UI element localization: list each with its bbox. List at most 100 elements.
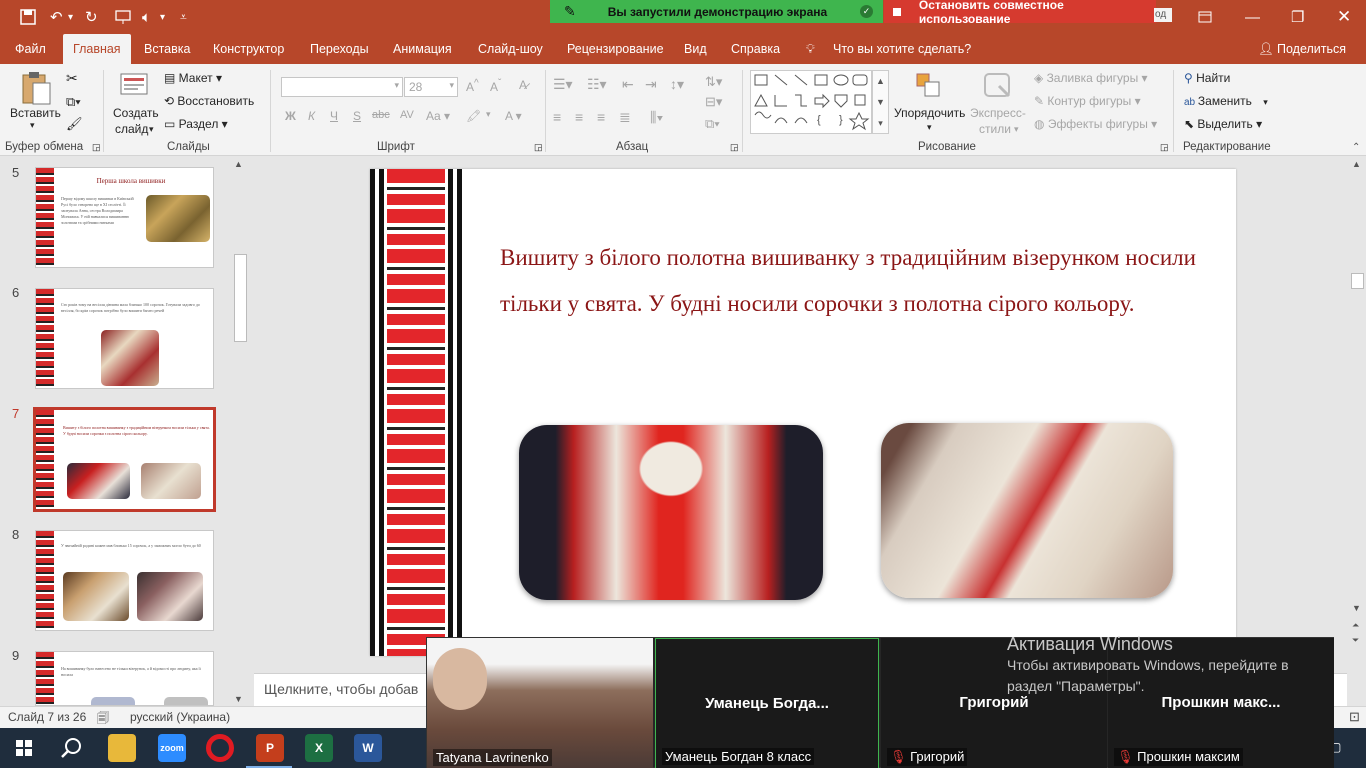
format-painter-icon[interactable]: 🖌︎ [66,116,83,132]
arrange-dropdown-icon[interactable]: ▾ [927,122,932,133]
powerpoint-icon[interactable]: P [256,734,284,762]
tab-slideshow[interactable]: Слайд-шоу [478,34,543,64]
customize-toolbar-icon[interactable]: ⩡ [180,0,187,34]
language-indicator[interactable]: русский (Украина) [130,710,230,724]
present-icon[interactable] [115,0,131,34]
numbering-icon[interactable]: ☷▾ [587,76,607,93]
thumbnail-scrollbar[interactable]: ▲ ▼ [232,157,249,706]
tab-view[interactable]: Вид [684,34,707,64]
new-slide-icon[interactable] [119,70,151,101]
font-color-button[interactable]: A ▾ [505,109,522,123]
slide-thumbnail-5[interactable]: Перша школа вишивки Першу відому школу в… [35,167,214,268]
decrease-indent-icon[interactable]: ⇤ [622,76,634,93]
paragraph-launcher-icon[interactable]: ◲ [730,142,739,153]
quick-styles-dropdown-icon[interactable]: ▾ [1014,124,1019,135]
highlight-icon[interactable]: 🖍︎ [466,109,481,123]
undo-icon[interactable]: ↶ [50,0,63,34]
chevron-up-icon[interactable]: ▲ [1352,159,1361,169]
align-left-icon[interactable]: ≡ [553,109,561,125]
fit-to-window-icon[interactable]: ⊡ [1349,709,1360,725]
current-slide[interactable]: Вишиту з білого полотна вишиванку з трад… [370,169,1236,656]
arrange-button[interactable]: Упорядочить [894,106,965,120]
italic-button[interactable]: К [308,109,315,123]
layout-button[interactable]: ▤ Макет ▾ [164,71,222,85]
replace-button[interactable]: ab Заменить ▾ [1184,94,1268,108]
scroll-thumb[interactable] [234,254,247,342]
slide-thumbnail-8[interactable]: У звичайній родині кожен мав близько 15 … [35,530,214,631]
search-icon[interactable] [58,734,86,762]
bullets-icon[interactable]: ☰▾ [553,76,573,93]
file-explorer-icon[interactable] [108,734,136,762]
stop-share-button[interactable]: Остановить совместное использование [884,0,1156,26]
tab-home[interactable]: Главная [63,34,131,64]
spellcheck-icon[interactable]: 🗐︎ [97,709,109,730]
participant-tile[interactable]: Tatyana Lavrinenko [427,638,653,768]
zoom-app-icon[interactable]: zoom [158,734,186,762]
excel-icon[interactable]: X [305,734,333,762]
shadow-button[interactable]: S [353,109,361,123]
tab-review[interactable]: Рецензирование [567,34,664,64]
pin-icon[interactable]: ✎ [564,3,576,20]
justify-icon[interactable]: ≣ [619,109,631,126]
photo-embroidered-dress[interactable] [519,425,823,600]
audio-dropdown-icon[interactable]: ▾ [160,0,165,34]
paste-button[interactable]: Вставить [10,106,61,120]
slide-thumbnail-6[interactable]: Сто років тому на весілля дівчина мала б… [35,288,214,389]
slide-thumbnail-7[interactable]: Вишиту з білого полотна вишиванку з трад… [33,407,216,512]
tab-insert[interactable]: Вставка [144,34,190,64]
align-right-icon[interactable]: ≡ [597,109,605,125]
find-button[interactable]: ⚲ Найти [1184,71,1230,85]
increase-indent-icon[interactable]: ⇥ [645,76,657,93]
font-launcher-icon[interactable]: ◲ [534,142,543,153]
tab-transitions[interactable]: Переходы [310,34,369,64]
audio-icon[interactable]: 🔈︎ [142,0,151,34]
chevron-down-icon[interactable]: ▼ [1352,603,1361,613]
smartart-icon[interactable]: ⧉▾ [705,116,720,132]
chevron-down-icon[interactable]: ▾ [486,109,491,120]
select-button[interactable]: ⬉ Выделить ▾ [1184,117,1262,131]
shrink-font-icon[interactable]: Aˇ [490,78,501,94]
minimize-icon[interactable]: — [1245,0,1260,34]
participant-tile[interactable]: Уманець Богда... Уманець Богдан 8 класс [655,638,879,768]
text-direction-icon[interactable]: ⇅▾ [705,74,722,90]
reset-button[interactable]: ⟲ Восстановить [164,94,254,108]
copy-icon[interactable]: ⧉▾ [66,94,81,110]
case-button[interactable]: Aa ▾ [426,109,450,123]
slide-thumbnail-9[interactable]: На вишиванку було нанесено не тільки віз… [35,651,214,706]
align-text-icon[interactable]: ⊟▾ [705,94,722,110]
columns-icon[interactable]: ⫼▾ [650,109,663,126]
collapse-ribbon-icon[interactable]: ⌃ [1352,142,1360,153]
gallery-scroll[interactable]: ▲ ▼ ▾ [872,70,889,134]
quick-styles-label-1[interactable]: Экспресс- [970,106,1026,120]
cut-icon[interactable]: ✂ [66,70,78,87]
word-icon[interactable]: W [354,734,382,762]
chevron-down-icon[interactable]: ▼ [873,92,888,113]
editor-scrollbar[interactable]: ▲ ▼ ⏶ ⏷ [1349,157,1366,673]
drawing-launcher-icon[interactable]: ◲ [1160,142,1169,153]
paste-dropdown-icon[interactable]: ▾ [30,120,35,131]
tab-animations[interactable]: Анимация [393,34,452,64]
shapes-gallery[interactable]: {} [750,70,872,134]
bold-button[interactable]: Ж [285,109,296,123]
tab-file[interactable]: Файл [15,34,46,64]
chevron-up-icon[interactable]: ▲ [234,159,243,169]
quick-styles-icon[interactable] [983,72,1015,103]
align-center-icon[interactable]: ≡ [575,109,583,125]
chevron-down-icon[interactable]: ▼ [234,694,243,704]
maximize-icon[interactable]: ❐ [1291,0,1304,34]
spacing-button[interactable]: AV [400,109,414,121]
underline-button[interactable]: Ч [330,109,338,123]
redo-icon[interactable]: ↻ [85,0,98,34]
strikethrough-button[interactable]: abc [372,109,390,121]
shape-effects-button[interactable]: ◍ Эффекты фигуры ▾ [1034,117,1157,131]
ribbon-display-icon[interactable] [1198,0,1212,34]
opera-icon[interactable] [206,734,234,762]
close-icon[interactable]: ✕ [1337,0,1351,34]
shape-outline-button[interactable]: ✎ Контур фигуры ▾ [1034,94,1141,108]
next-slide-icon[interactable]: ⏷ [1352,635,1359,646]
section-button[interactable]: ▭ Раздел ▾ [164,117,228,131]
scroll-thumb[interactable] [1351,273,1364,289]
font-name-combo[interactable]: ▾ [281,77,403,97]
clear-format-icon[interactable]: A̷ [519,78,527,92]
new-slide-label-2[interactable]: слайд [115,122,148,136]
